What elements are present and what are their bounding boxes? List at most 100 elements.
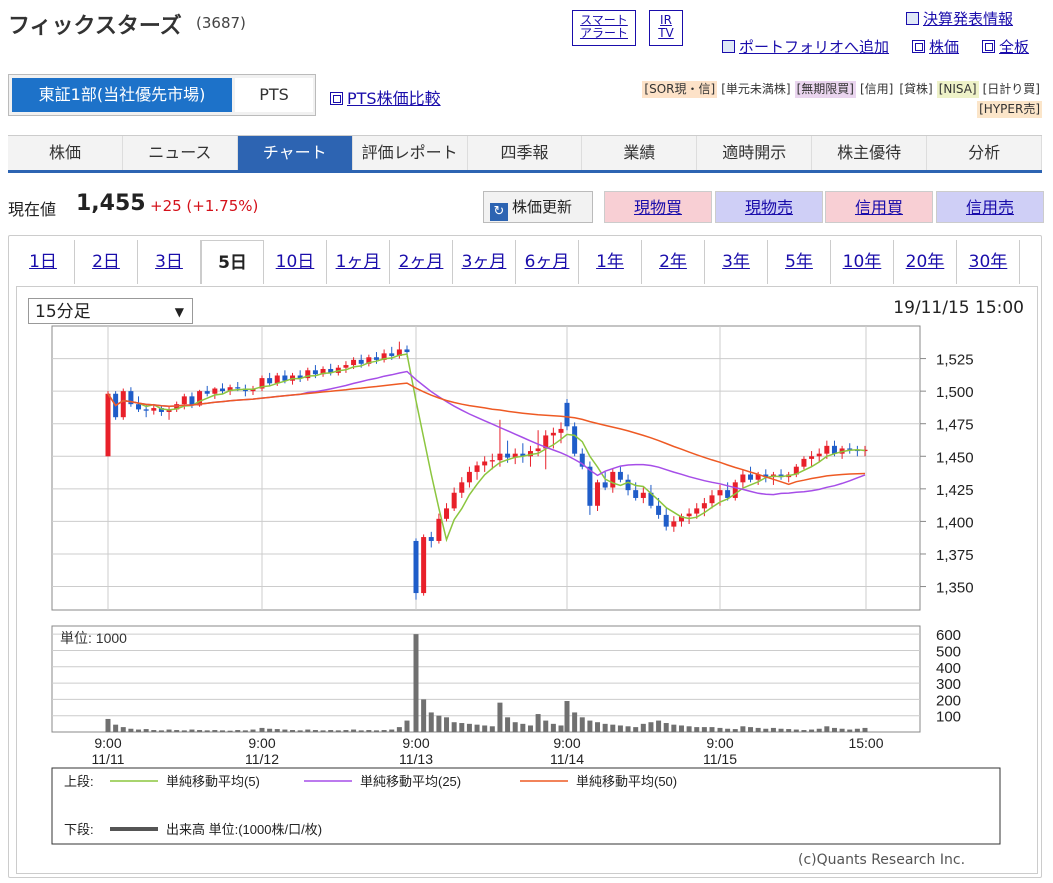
volume-bar (572, 712, 578, 732)
volume-bar (120, 727, 126, 732)
candle-body (748, 474, 754, 480)
volume-bar (227, 730, 233, 732)
volume-bar (189, 729, 195, 732)
volume-bar (725, 728, 731, 732)
volume-bar (305, 729, 311, 732)
candle-body (428, 537, 434, 541)
volume-bar (158, 730, 164, 732)
volume-bar (328, 730, 334, 732)
candle-body (105, 393, 111, 457)
volume-bar (143, 729, 149, 732)
volume-tick-label: 300 (936, 676, 961, 693)
volume-bar (113, 724, 119, 732)
x-tick-date: 11/14 (550, 751, 584, 767)
candle-body (587, 466, 593, 506)
volume-bar (351, 729, 357, 732)
x-tick-time: 9:00 (402, 735, 429, 751)
candle-body (740, 474, 746, 483)
volume-bar (694, 727, 700, 732)
candle-body (535, 448, 541, 452)
volume-bar (320, 730, 326, 732)
volume-bar (396, 727, 402, 732)
volume-bar (250, 729, 256, 732)
stock-chart: 1,525 1,500 1,475 1,450 1,425 1,400 1,375 1,350… (51, 325, 1001, 845)
candle-body (505, 453, 511, 458)
volume-bar (831, 727, 837, 732)
legend-upper-label: 上段: (64, 774, 94, 789)
x-tick-time: 9:00 (706, 735, 733, 751)
price-tick-label: 1,450 (936, 449, 974, 466)
volume-bar (497, 702, 503, 732)
volume-bar (151, 730, 157, 732)
candle-body (656, 505, 662, 515)
price-tick-label: 1,375 (936, 547, 974, 564)
volume-bar (793, 729, 799, 732)
price-tick-label: 1,425 (936, 482, 974, 499)
candle-body (413, 540, 419, 594)
volume-bar (335, 730, 341, 732)
volume-bar (625, 726, 631, 732)
legend-ma-label: 単純移動平均(50) (576, 774, 677, 789)
volume-bar (847, 729, 853, 732)
volume-bar (527, 725, 533, 732)
candle-body (482, 461, 488, 466)
volume-bar (381, 730, 387, 732)
legend-lower-label: 下段: (64, 822, 94, 837)
volume-bar (436, 715, 442, 732)
candle-body (151, 408, 157, 411)
volume-bar (786, 729, 792, 732)
volume-bar (128, 728, 134, 732)
candle-body (497, 453, 503, 461)
candle-body (558, 428, 564, 433)
candle-body (625, 479, 631, 491)
volume-bar (428, 712, 434, 732)
volume-tick-label: 200 (936, 692, 961, 709)
legend-volume-label: 出来高 単位:(1000株/口/枚) (166, 822, 322, 837)
candle-body (444, 508, 450, 519)
volume-tick-label: 500 (936, 643, 961, 660)
volume-bar (701, 727, 707, 732)
candle-body (694, 508, 700, 514)
candle-body (550, 432, 556, 436)
volume-bar (579, 717, 585, 732)
candle-body (671, 521, 677, 527)
candle-body (267, 378, 273, 384)
volume-bar (459, 723, 465, 732)
volume-bar (748, 727, 754, 732)
x-tick-date: 11/11 (92, 751, 125, 767)
price-tick-label: 1,350 (936, 580, 974, 597)
volume-bar (413, 634, 419, 732)
volume-bar (312, 730, 318, 732)
candle-body (389, 353, 395, 356)
candle-body (212, 388, 218, 394)
volume-bar (282, 729, 288, 732)
volume-bar (610, 724, 616, 732)
legend-ma-label: 単純移動平均(5) (166, 774, 260, 789)
volume-bar (389, 729, 395, 732)
volume-bar (267, 728, 273, 732)
candle-body (824, 445, 830, 454)
volume-bar (740, 726, 746, 732)
volume-bar (197, 730, 203, 732)
candle-body (686, 513, 692, 517)
volume-bar (212, 730, 218, 732)
volume-bar (755, 727, 761, 732)
x-tick-date: 11/12 (245, 751, 279, 767)
volume-bar (274, 729, 280, 732)
candle-body (474, 465, 480, 472)
volume-bar (421, 699, 427, 732)
volume-bar (778, 728, 784, 732)
volume-bar (466, 723, 472, 732)
volume-bar (535, 714, 541, 732)
volume-bar (816, 728, 822, 732)
candle-body (373, 357, 379, 360)
volume-bar (633, 727, 639, 732)
volume-bar (617, 725, 623, 732)
x-tick-time: 15:00 (848, 735, 883, 751)
volume-bar (717, 727, 723, 732)
volume-bar (520, 723, 526, 732)
volume-bar (564, 701, 570, 732)
candle-body (595, 482, 601, 506)
candle-body (421, 537, 427, 594)
volume-bar (839, 728, 845, 732)
